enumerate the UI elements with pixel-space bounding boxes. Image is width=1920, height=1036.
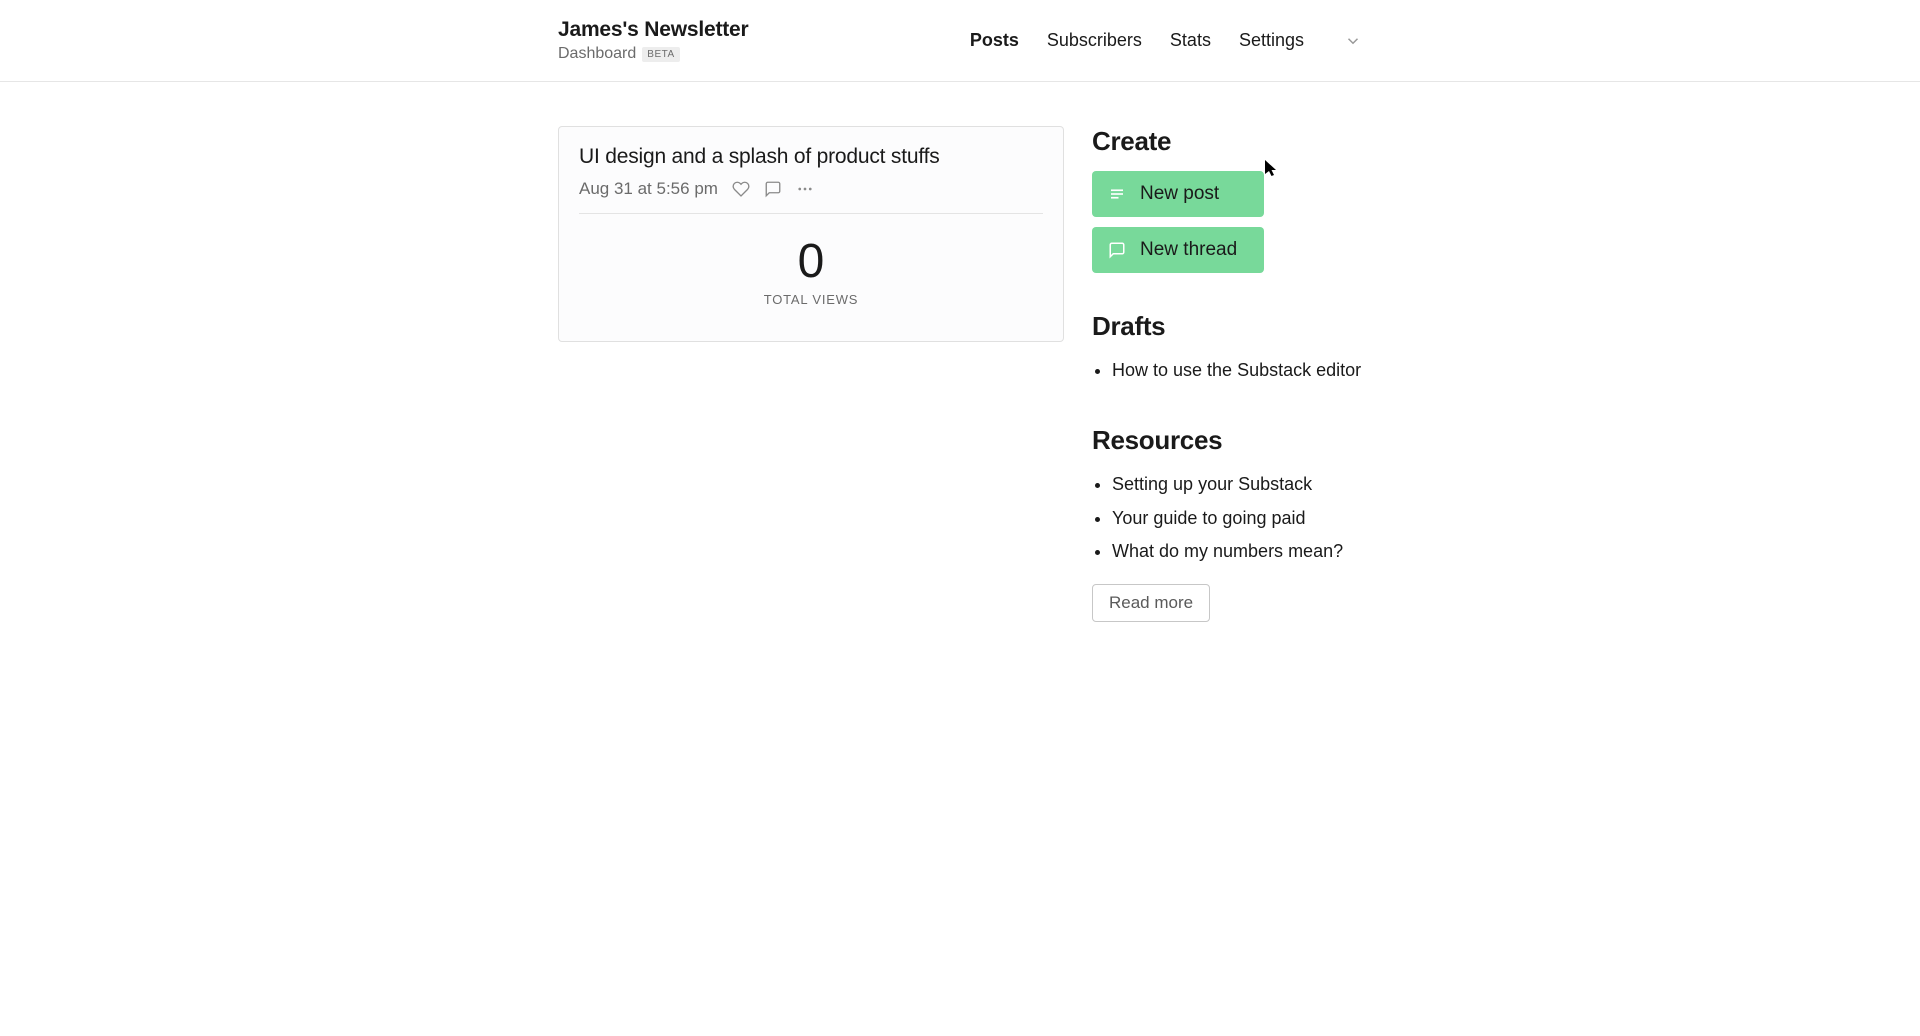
new-thread-label: New thread xyxy=(1140,239,1237,261)
post-title: UI design and a splash of product stuffs xyxy=(579,145,1043,169)
post-date: Aug 31 at 5:56 pm xyxy=(579,179,718,199)
nav-posts[interactable]: Posts xyxy=(970,30,1019,51)
site-title: James's Newsletter xyxy=(558,18,749,42)
new-post-label: New post xyxy=(1140,183,1219,205)
post-icon xyxy=(1108,185,1126,203)
comment-icon[interactable] xyxy=(764,180,782,198)
beta-badge: BETA xyxy=(642,47,679,62)
header: James's Newsletter Dashboard BETA Posts … xyxy=(0,0,1920,82)
draft-item[interactable]: How to use the Substack editor xyxy=(1112,354,1362,387)
nav-stats[interactable]: Stats xyxy=(1170,30,1211,51)
views-label: TOTAL VIEWS xyxy=(579,292,1043,307)
dashboard-label: Dashboard xyxy=(558,45,636,63)
chevron-down-icon[interactable] xyxy=(1344,32,1362,50)
resource-item[interactable]: What do my numbers mean? xyxy=(1112,535,1362,568)
header-left: James's Newsletter Dashboard BETA xyxy=(558,18,749,63)
create-heading: Create xyxy=(1092,126,1362,157)
post-card[interactable]: UI design and a splash of product stuffs… xyxy=(558,126,1064,342)
new-thread-button[interactable]: New thread xyxy=(1092,227,1264,273)
nav-settings[interactable]: Settings xyxy=(1239,30,1304,51)
resources-heading: Resources xyxy=(1092,425,1362,456)
resource-item[interactable]: Your guide to going paid xyxy=(1112,502,1362,535)
more-icon[interactable] xyxy=(796,180,814,198)
new-post-button[interactable]: New post xyxy=(1092,171,1264,217)
create-section: Create New post New thread xyxy=(1092,126,1362,273)
drafts-heading: Drafts xyxy=(1092,311,1362,342)
views-value: 0 xyxy=(579,238,1043,286)
read-more-button[interactable]: Read more xyxy=(1092,584,1210,622)
thread-icon xyxy=(1108,241,1126,259)
heart-icon[interactable] xyxy=(732,180,750,198)
main-nav: Posts Subscribers Stats Settings xyxy=(970,30,1362,51)
drafts-section: Drafts How to use the Substack editor xyxy=(1092,311,1362,387)
resources-section: Resources Setting up your Substack Your … xyxy=(1092,425,1362,622)
nav-subscribers[interactable]: Subscribers xyxy=(1047,30,1142,51)
resource-item[interactable]: Setting up your Substack xyxy=(1112,468,1362,501)
